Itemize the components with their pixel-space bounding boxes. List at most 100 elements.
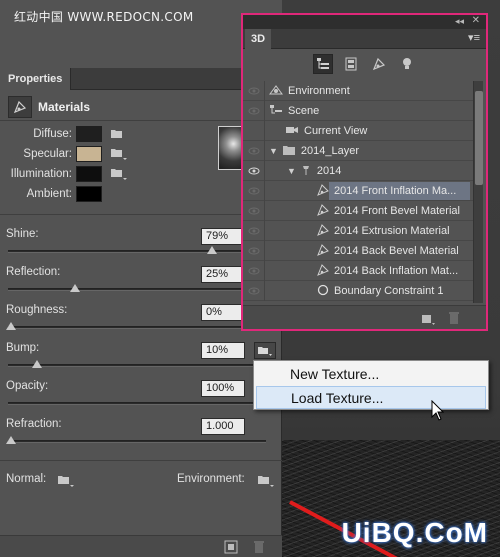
trash-icon[interactable] (253, 540, 265, 557)
watermark-bottom: UiBQ.CoM (341, 517, 488, 548)
tree-row-2014-layer[interactable]: ▼ 2014_Layer (243, 141, 473, 161)
normal-folder-icon[interactable] (57, 474, 75, 491)
eye-icon[interactable] (243, 101, 265, 121)
roughness-label: Roughness: (6, 304, 68, 316)
tree-item-label: 2014 Front Inflation Ma... (334, 185, 457, 197)
specular-swatch[interactable] (76, 146, 102, 162)
camera-icon (285, 125, 299, 138)
tab-properties[interactable]: Properties (0, 68, 72, 90)
chevron-down-icon[interactable]: ▼ (287, 166, 296, 176)
light-filter-icon[interactable] (397, 54, 417, 74)
scene-tree: Environment Scene Current View ▼ 2014_La… (243, 81, 473, 301)
diffuse-folder-icon[interactable] (110, 126, 132, 142)
opacity-label: Opacity: (6, 380, 49, 392)
bump-thumb[interactable] (32, 360, 42, 368)
menu-item-new-texture[interactable]: New Texture... (256, 363, 486, 386)
tree-row-current-view[interactable]: Current View (243, 121, 473, 141)
refraction-input[interactable]: 1.000 (201, 418, 245, 435)
eye-icon[interactable] (243, 281, 265, 301)
diffuse-row: Diffuse: (0, 126, 132, 142)
tree-item-label: 2014 (316, 165, 342, 177)
roughness-thumb[interactable] (6, 322, 16, 330)
reflection-label: Reflection: (6, 266, 61, 278)
new-object-icon[interactable] (421, 312, 435, 329)
panel-3d-titlebar: ◂◂ ✕ (243, 15, 486, 29)
tree-row-scene[interactable]: Scene (243, 101, 473, 121)
eye-icon[interactable] (243, 201, 265, 221)
shine-thumb[interactable] (207, 246, 217, 254)
illumination-swatch[interactable] (76, 166, 102, 182)
illumination-folder-icon[interactable] (110, 166, 132, 182)
trash-icon[interactable] (448, 311, 460, 328)
bump-track[interactable] (8, 364, 266, 367)
eye-icon[interactable] (243, 241, 265, 261)
page-title: Materials (38, 100, 91, 114)
scrollbar[interactable] (473, 81, 483, 303)
close-icon[interactable]: ✕ (472, 15, 480, 26)
eye-icon[interactable] (243, 181, 265, 201)
tree-row-environment[interactable]: Environment (243, 81, 473, 101)
material-icon (317, 263, 329, 279)
materials-icon (8, 96, 32, 118)
reflection-input[interactable]: 25% (201, 266, 245, 283)
eye-icon[interactable] (243, 161, 265, 181)
tree-row-back-inflation[interactable]: 2014 Back Inflation Mat... (243, 261, 473, 281)
divider (0, 214, 282, 215)
specular-folder-icon[interactable] (110, 146, 132, 162)
tree-row-2014[interactable]: ▼ 2014 (243, 161, 473, 181)
panel-3d-footer (243, 305, 486, 329)
bump-folder-icon[interactable] (254, 342, 276, 359)
opacity-input[interactable]: 100% (201, 380, 245, 397)
tree-row-back-bevel[interactable]: 2014 Back Bevel Material (243, 241, 473, 261)
scene-filter-icon[interactable] (312, 54, 333, 74)
material-icon (317, 223, 329, 239)
tree-row-boundary-constraint[interactable]: Boundary Constraint 1 (243, 281, 473, 301)
specular-label: Specular: (23, 148, 72, 160)
texture-context-menu: New Texture... Load Texture... (253, 360, 489, 410)
normal-label: Normal: (6, 473, 47, 485)
ambient-swatch[interactable] (76, 186, 102, 202)
panel-menu-icon[interactable]: ▾≡ (468, 31, 480, 44)
eye-icon[interactable] (243, 81, 265, 101)
tab-3d[interactable]: 3D (245, 29, 272, 49)
divider (0, 120, 282, 121)
eye-icon[interactable] (243, 221, 265, 241)
tree-row-extrusion[interactable]: 2014 Extrusion Material (243, 221, 473, 241)
roughness-input[interactable]: 0% (201, 304, 245, 321)
scrollbar-thumb[interactable] (475, 91, 483, 185)
bump-input[interactable]: 10% (201, 342, 245, 359)
environment-folder-icon[interactable] (257, 474, 275, 491)
chevron-down-icon[interactable]: ▼ (269, 146, 278, 156)
reflection-slider: Reflection: 25% (0, 266, 282, 300)
mesh-filter-icon[interactable] (341, 54, 361, 74)
watermark-top: 红动中国 WWW.REDOCN.COM (14, 10, 194, 24)
tree-item-label: Environment (288, 85, 350, 97)
refraction-track[interactable] (8, 440, 266, 443)
reflection-track[interactable] (8, 288, 266, 291)
roughness-track[interactable] (8, 326, 266, 329)
tree-item-label: 2014 Back Inflation Mat... (334, 265, 459, 277)
tree-item-label: Scene (288, 105, 320, 117)
render-icon[interactable] (224, 540, 238, 557)
refraction-thumb[interactable] (6, 436, 16, 444)
tree-item-label: Current View (304, 125, 368, 137)
scene-icon (269, 104, 283, 119)
specular-row: Specular: (0, 146, 132, 162)
opacity-track[interactable] (8, 402, 266, 405)
shine-track[interactable] (8, 250, 266, 253)
collapse-icon[interactable]: ◂◂ (455, 16, 464, 27)
reflection-thumb[interactable] (70, 284, 80, 292)
material-icon (317, 183, 329, 199)
material-filter-icon[interactable] (369, 54, 389, 74)
properties-tabbar: Properties (0, 68, 281, 90)
diffuse-swatch[interactable] (76, 126, 102, 142)
menu-item-load-texture[interactable]: Load Texture... (256, 386, 486, 409)
tree-item-label: 2014 Extrusion Material (334, 225, 450, 237)
material-icon (317, 243, 329, 259)
eye-icon[interactable] (243, 261, 265, 281)
tree-row-front-bevel[interactable]: 2014 Front Bevel Material (243, 201, 473, 221)
tree-row-front-inflation[interactable]: 2014 Front Inflation Ma... (243, 181, 473, 201)
tree-item-label: 2014 Back Bevel Material (334, 245, 459, 257)
shine-input[interactable]: 79% (201, 228, 245, 245)
eye-icon[interactable] (243, 141, 265, 161)
